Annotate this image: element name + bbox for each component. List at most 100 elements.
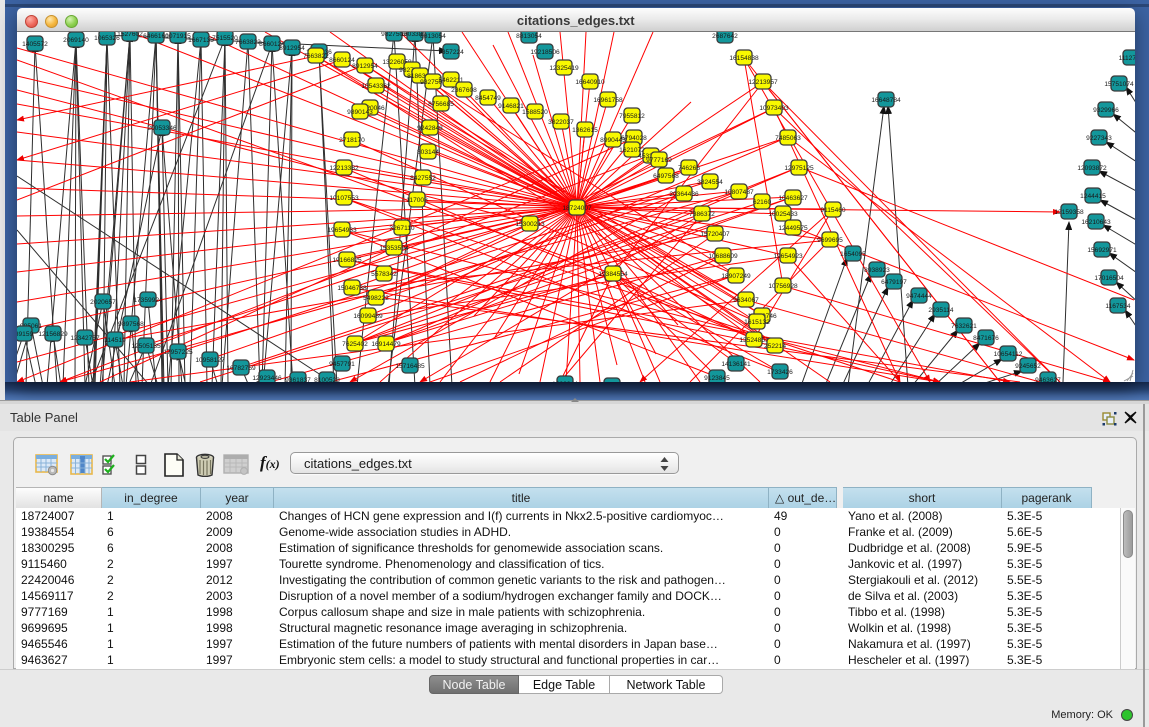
svg-text:12213382: 12213382: [329, 165, 359, 172]
svg-text:20364436: 20364436: [669, 191, 699, 198]
svg-text:16210643: 16210643: [1081, 219, 1111, 226]
svg-text:1292344: 1292344: [552, 381, 578, 382]
svg-text:15751074: 15751074: [1104, 81, 1134, 88]
svg-text:7663822: 7663822: [235, 39, 261, 46]
svg-text:16648784: 16648784: [871, 97, 901, 104]
svg-text:117008: 117008: [406, 197, 428, 204]
svg-text:10958127: 10958127: [195, 357, 225, 364]
svg-text:1244415: 1244415: [1080, 193, 1106, 200]
svg-text:12505135: 12505135: [131, 343, 161, 350]
svg-text:12093872: 12093872: [1077, 165, 1107, 172]
svg-text:9242848: 9242848: [417, 125, 443, 132]
svg-text:16914479: 16914479: [371, 341, 401, 348]
svg-text:16640910: 16640910: [575, 79, 605, 86]
svg-text:62160: 62160: [753, 199, 772, 206]
svg-text:16782759: 16782759: [226, 365, 256, 372]
svg-text:9227343: 9227343: [1086, 135, 1112, 142]
svg-text:7386372: 7386372: [689, 211, 715, 218]
svg-text:1405572: 1405572: [22, 41, 48, 48]
svg-text:3267110: 3267110: [389, 225, 415, 232]
svg-text:1588520: 1588520: [522, 109, 548, 116]
svg-text:252214: 252214: [764, 343, 786, 350]
svg-text:17957225: 17957225: [163, 349, 193, 356]
svg-text:1362615: 1362615: [572, 127, 598, 134]
svg-text:1667135: 1667135: [188, 37, 214, 44]
svg-text:8912954: 8912954: [279, 45, 305, 52]
svg-text:15353594: 15353594: [379, 245, 409, 252]
svg-text:3822037: 3822037: [548, 119, 574, 126]
svg-text:12923446: 12923446: [252, 375, 282, 382]
svg-text:803144: 803144: [417, 149, 439, 156]
svg-text:12325419: 12325419: [549, 65, 579, 72]
svg-text:8454749: 8454749: [475, 95, 501, 102]
svg-text:8938923: 8938923: [864, 267, 890, 274]
svg-text:9245652: 9245652: [1015, 363, 1041, 370]
svg-text:12342757: 12342757: [70, 335, 100, 342]
svg-text:19218506: 19218506: [530, 49, 560, 56]
svg-text:18724007: 18724007: [562, 205, 592, 212]
svg-text:12975125: 12975125: [784, 165, 814, 172]
svg-text:9361837: 9361837: [285, 377, 311, 382]
svg-text:9329966: 9329966: [1093, 107, 1119, 114]
svg-text:2367608: 2367608: [451, 87, 477, 94]
svg-text:7632621: 7632621: [951, 323, 977, 330]
svg-text:7625402: 7625402: [342, 341, 368, 348]
svg-text:5578342: 5578342: [371, 271, 397, 278]
svg-text:9699695: 9699695: [817, 237, 843, 244]
svg-text:1112784: 1112784: [1119, 55, 1135, 62]
svg-text:6497568: 6497568: [653, 173, 679, 180]
svg-text:17359924: 17359924: [133, 297, 163, 304]
svg-text:9634067: 9634067: [733, 297, 759, 304]
svg-text:16099489: 16099489: [353, 313, 383, 320]
svg-text:6479197: 6479197: [881, 279, 907, 286]
svg-text:12156829: 12156829: [38, 331, 68, 338]
svg-text:15692971: 15692971: [1087, 247, 1117, 254]
svg-text:8813054: 8813054: [516, 33, 542, 40]
svg-text:114519: 114519: [104, 337, 126, 344]
svg-text:1527602: 1527602: [117, 32, 143, 38]
svg-text:9463627: 9463627: [1035, 377, 1061, 382]
svg-text:2020657: 2020657: [90, 299, 116, 306]
svg-text:12449575: 12449575: [778, 225, 808, 232]
svg-text:2687642: 2687642: [712, 33, 738, 40]
svg-text:8912954: 8912954: [352, 63, 378, 70]
svg-text:9777169: 9777169: [646, 157, 672, 164]
svg-text:15300213: 15300213: [515, 221, 545, 228]
svg-text:9457791: 9457791: [329, 361, 355, 368]
svg-text:8100528: 8100528: [314, 377, 340, 382]
svg-text:1654095: 1654095: [840, 251, 866, 258]
svg-text:6794028: 6794028: [621, 135, 647, 142]
svg-text:16961758: 16961758: [593, 97, 623, 104]
svg-text:10688609: 10688609: [708, 253, 738, 260]
svg-text:10107553: 10107553: [329, 195, 359, 202]
svg-text:10463627: 10463627: [778, 195, 808, 202]
svg-text:9123845: 9123845: [704, 375, 730, 382]
svg-text:9897568: 9897568: [118, 321, 144, 328]
svg-text:2718170: 2718170: [339, 137, 365, 144]
svg-text:18907249: 18907249: [721, 273, 751, 280]
svg-text:39159: 39159: [17, 331, 33, 338]
svg-text:7663822: 7663822: [303, 53, 329, 60]
svg-text:2935114: 2935114: [928, 307, 954, 314]
svg-text:10654112: 10654112: [994, 351, 1023, 358]
svg-text:3824554: 3824554: [697, 179, 723, 186]
svg-text:9115460: 9115460: [820, 207, 846, 214]
svg-text:20053346: 20053346: [147, 125, 177, 132]
svg-text:8427552: 8427552: [410, 175, 436, 182]
svg-text:2069140: 2069140: [63, 37, 89, 44]
svg-text:10973493: 10973493: [759, 105, 789, 112]
svg-text:15720407: 15720407: [700, 231, 730, 238]
svg-text:9146821: 9146821: [498, 103, 524, 110]
svg-text:8756685: 8756685: [428, 101, 454, 108]
svg-text:12159358: 12159358: [1054, 209, 1084, 216]
svg-text:8471676: 8471676: [973, 335, 999, 342]
svg-text:7357224: 7357224: [438, 49, 464, 56]
svg-text:10807487: 10807487: [724, 189, 754, 196]
svg-text:10756928: 10756928: [768, 283, 798, 290]
svg-text:7955812: 7955812: [619, 113, 645, 120]
svg-text:9890143: 9890143: [347, 109, 373, 116]
svg-text:19654923: 19654923: [773, 253, 803, 260]
svg-text:9474444: 9474444: [906, 293, 932, 300]
svg-text:10025433: 10025433: [768, 211, 798, 218]
svg-text:5498222: 5498222: [363, 295, 389, 302]
